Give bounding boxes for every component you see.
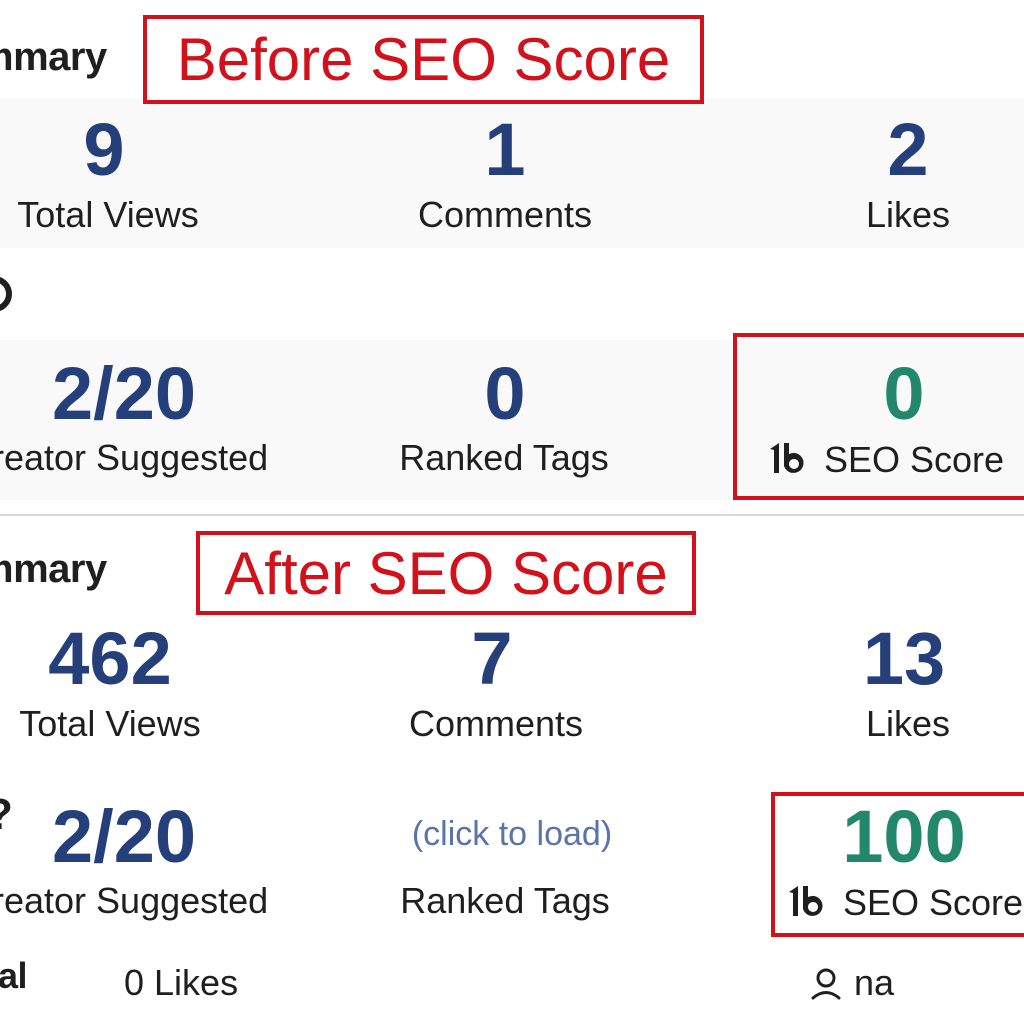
- after-seo-value: 100: [842, 795, 966, 878]
- before-suggested-value: 2/20: [51, 352, 197, 435]
- before-likes-label: Likes: [865, 194, 951, 235]
- after-likes-label: Likes: [865, 703, 951, 744]
- after-comments-label: Comments: [408, 703, 584, 744]
- footer-user-row: na: [808, 965, 894, 1001]
- before-comments-label: Comments: [417, 194, 593, 235]
- info-icon-partial: [0, 276, 12, 312]
- tubebuddy-logo-icon: [770, 443, 804, 473]
- before-likes-value: 2: [887, 108, 929, 191]
- after-views-label: Total Views: [19, 703, 201, 744]
- before-seo-label-row: SEO Score: [768, 440, 1004, 478]
- before-ranked-label: Ranked Tags: [399, 437, 609, 478]
- before-seo-value: 0: [883, 352, 925, 435]
- tubebuddy-logo-icon: [789, 886, 823, 916]
- after-callout-text: After SEO Score: [224, 540, 668, 607]
- user-icon: [811, 968, 841, 1000]
- before-views-value: 9: [83, 108, 125, 191]
- before-seo-label: SEO Score: [824, 439, 1005, 480]
- after-likes-value: 13: [862, 617, 946, 700]
- after-seo-label: SEO Score: [843, 882, 1024, 923]
- after-seo-label-row: SEO Score: [787, 883, 1023, 921]
- before-callout-text: Before SEO Score: [176, 26, 671, 93]
- after-suggested-label: reator Suggested: [0, 880, 269, 921]
- before-section-title: mmary: [0, 35, 107, 79]
- before-suggested-label: reator Suggested: [0, 437, 269, 478]
- footer-user-value: na: [854, 962, 895, 1003]
- before-callout-box: Before SEO Score: [143, 15, 704, 104]
- before-ranked-value: 0: [484, 352, 526, 435]
- after-ranked-label: Ranked Tags: [400, 880, 610, 921]
- before-comments-value: 1: [484, 108, 526, 191]
- ranked-tags-load-link[interactable]: (click to load): [412, 815, 612, 854]
- footer-likes-text: 0 Likes: [124, 962, 239, 1003]
- section-divider: [0, 514, 1024, 516]
- after-suggested-value: 2/20: [51, 795, 197, 878]
- after-callout-box: After SEO Score: [196, 531, 696, 615]
- after-section-title: mmary: [0, 547, 107, 591]
- before-views-label: Total Views: [17, 194, 199, 235]
- help-icon-partial: ?: [0, 790, 13, 840]
- after-comments-value: 7: [471, 617, 513, 700]
- after-views-value: 462: [48, 617, 172, 700]
- footer-left-text: al: [0, 955, 28, 996]
